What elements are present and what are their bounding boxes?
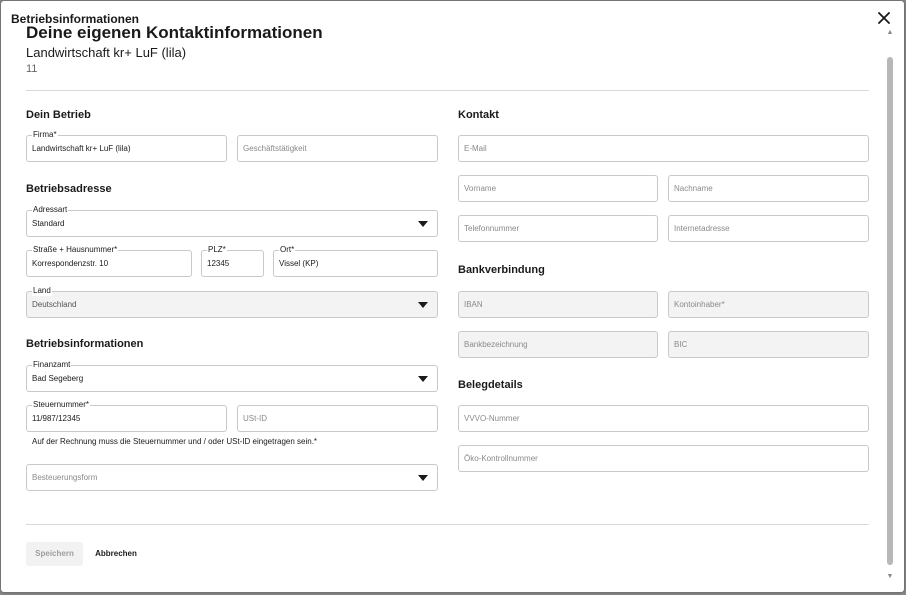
taetigkeit-placeholder: Geschäftstätigkeit xyxy=(243,144,307,153)
adressart-value: Standard xyxy=(32,219,65,228)
internet-placeholder: Internetadresse xyxy=(674,224,730,233)
finanzamt-select[interactable]: Finanzamt Bad Segeberg xyxy=(26,360,438,392)
oeko-field[interactable]: Öko-Kontrollnummer xyxy=(458,445,869,472)
firma-field[interactable]: Firma* Landwirtschaft kr+ LuF (lila) xyxy=(26,130,227,162)
land-select[interactable]: Land Deutschland xyxy=(26,286,438,318)
steuernummer-value: 11/987/12345 xyxy=(32,414,81,423)
land-value: Deutschland xyxy=(32,300,77,309)
internet-field[interactable]: Internetadresse xyxy=(668,215,869,242)
contact-info-dialog: Betriebsinformationen ▲ ▼ Deine eigenen … xyxy=(1,1,904,592)
ustid-placeholder: USt-ID xyxy=(243,414,267,423)
chevron-down-icon xyxy=(418,302,428,308)
strasse-value: Korrespondenzstr. 10 xyxy=(32,259,109,268)
oeko-placeholder: Öko-Kontrollnummer xyxy=(464,454,538,463)
besteuerung-placeholder: Besteuerungsform xyxy=(32,473,98,482)
footer-divider xyxy=(26,524,869,525)
kontoinhaber-field[interactable]: Kontoinhaber* xyxy=(668,291,869,318)
strasse-field[interactable]: Straße + Hausnummer* Korrespondenzstr. 1… xyxy=(26,245,192,277)
plz-label: PLZ* xyxy=(207,245,227,255)
plz-value: 12345 xyxy=(207,259,230,268)
nachname-field[interactable]: Nachname xyxy=(668,175,869,202)
vvvo-placeholder: VVVO-Nummer xyxy=(464,414,520,423)
bic-field[interactable]: BIC xyxy=(668,331,869,358)
ort-value: Vissel (KP) xyxy=(279,259,319,268)
steuernummer-field[interactable]: Steuernummer* 11/987/12345 xyxy=(26,400,227,432)
company-subtitle: Landwirtschaft kr+ LuF (lila) xyxy=(26,45,187,60)
ort-label: Ort* xyxy=(279,245,296,255)
iban-placeholder: IBAN xyxy=(464,300,483,309)
ustid-field[interactable]: USt-ID xyxy=(237,405,438,432)
section-kontakt: Kontakt xyxy=(458,109,499,121)
section-dein-betrieb: Dein Betrieb xyxy=(26,109,91,121)
vorname-placeholder: Vorname xyxy=(464,184,497,193)
email-field[interactable]: E-Mail xyxy=(458,135,869,162)
section-bankverbindung: Bankverbindung xyxy=(458,264,545,276)
section-betriebsadresse: Betriebsadresse xyxy=(26,183,112,195)
nachname-placeholder: Nachname xyxy=(674,184,713,193)
adressart-select[interactable]: Adressart Standard xyxy=(26,205,438,237)
strasse-label: Straße + Hausnummer* xyxy=(32,245,119,255)
iban-field[interactable]: IBAN xyxy=(458,291,658,318)
ort-field[interactable]: Ort* Vissel (KP) xyxy=(273,245,438,277)
plz-field[interactable]: PLZ* 12345 xyxy=(201,245,264,277)
telefon-field[interactable]: Telefonnummer xyxy=(458,215,658,242)
steuernummer-label: Steuernummer* xyxy=(32,400,91,410)
scrollbar-thumb[interactable] xyxy=(887,57,893,565)
scrollbar[interactable]: ▲ ▼ xyxy=(886,29,894,581)
besteuerung-select[interactable]: Besteuerungsform xyxy=(26,464,438,491)
firma-label: Firma* xyxy=(32,130,58,140)
section-betriebsinformationen: Betriebsinformationen xyxy=(26,338,144,350)
chevron-down-icon xyxy=(418,221,428,227)
taetigkeit-field[interactable]: Geschäftstätigkeit xyxy=(237,135,438,162)
telefon-placeholder: Telefonnummer xyxy=(464,224,520,233)
land-label: Land xyxy=(32,286,52,296)
section-belegdetails: Belegdetails xyxy=(458,379,523,391)
bankbezeichnung-placeholder: Bankbezeichnung xyxy=(464,340,528,349)
scroll-down-icon[interactable]: ▼ xyxy=(886,573,894,581)
close-button[interactable] xyxy=(876,10,892,26)
vvvo-field[interactable]: VVVO-Nummer xyxy=(458,405,869,432)
kontoinhaber-placeholder: Kontoinhaber* xyxy=(674,300,725,309)
adressart-label: Adressart xyxy=(32,205,69,215)
finanzamt-value: Bad Segeberg xyxy=(32,374,84,383)
scroll-up-icon[interactable]: ▲ xyxy=(886,29,894,37)
chevron-down-icon xyxy=(418,475,428,481)
close-icon xyxy=(878,12,890,24)
email-placeholder: E-Mail xyxy=(464,144,487,153)
company-number: 11 xyxy=(26,63,38,75)
firma-value: Landwirtschaft kr+ LuF (lila) xyxy=(32,144,131,153)
vorname-field[interactable]: Vorname xyxy=(458,175,658,202)
page-title: Deine eigenen Kontaktinformationen xyxy=(26,23,323,42)
finanzamt-label: Finanzamt xyxy=(32,360,72,370)
bankbezeichnung-field[interactable]: Bankbezeichnung xyxy=(458,331,658,358)
save-button[interactable]: Speichern xyxy=(26,542,83,566)
bic-placeholder: BIC xyxy=(674,340,688,349)
tax-hint: Auf der Rechnung muss die Steuernummer u… xyxy=(32,437,318,446)
chevron-down-icon xyxy=(418,376,428,382)
cancel-button[interactable]: Abbrechen xyxy=(88,542,144,566)
header-divider xyxy=(26,90,869,91)
